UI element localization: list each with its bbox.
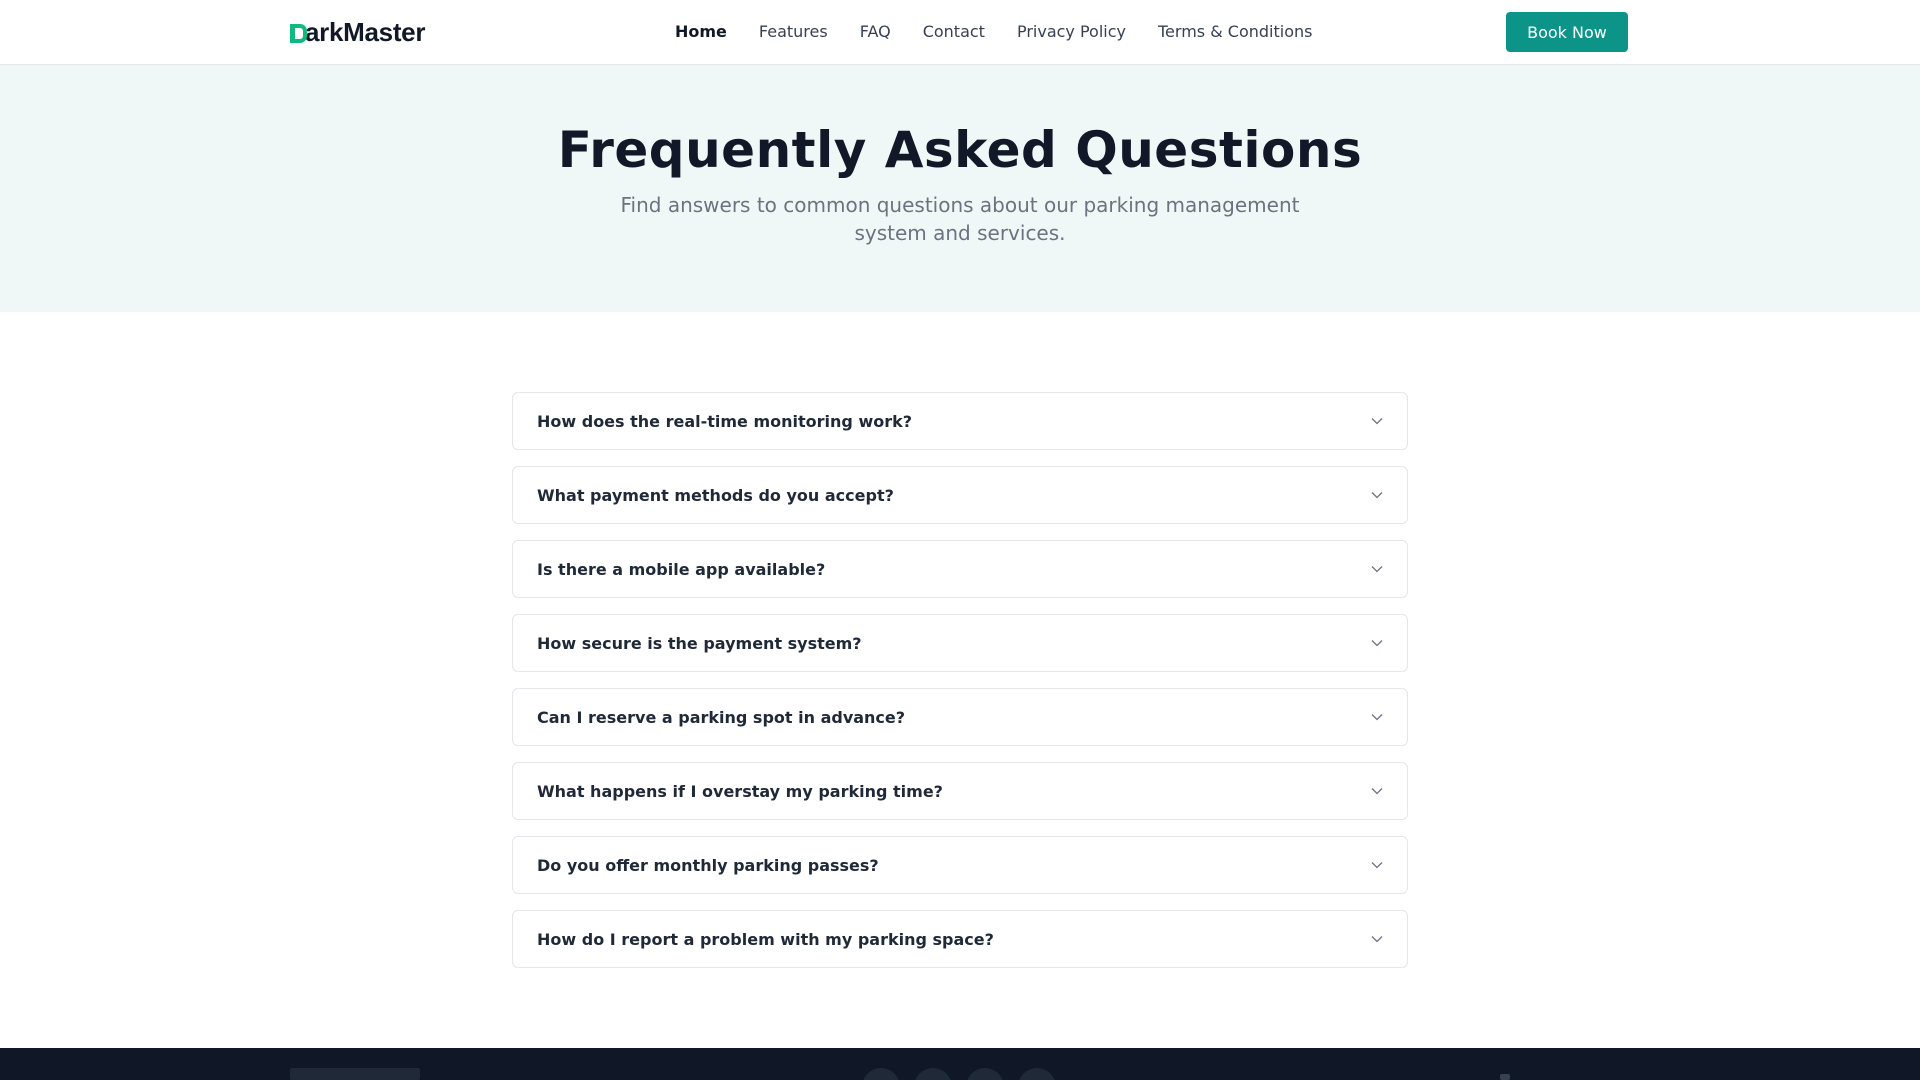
- faq-list: How does the real-time monitoring work? …: [512, 392, 1408, 984]
- chevron-down-icon[interactable]: [1371, 415, 1383, 427]
- chevron-down-icon[interactable]: [1371, 711, 1383, 723]
- nav-item-faq[interactable]: FAQ: [860, 22, 891, 41]
- social-icon[interactable]: [914, 1068, 952, 1080]
- chevron-down-icon[interactable]: [1371, 859, 1383, 871]
- chevron-down-icon[interactable]: [1371, 489, 1383, 501]
- faq-item-payment-methods[interactable]: What payment methods do you accept?: [512, 466, 1408, 524]
- social-icon[interactable]: [1018, 1068, 1056, 1080]
- nav-item-features[interactable]: Features: [759, 22, 828, 41]
- faq-item-reserve-spot[interactable]: Can I reserve a parking spot in advance?: [512, 688, 1408, 746]
- book-now-button[interactable]: Book Now: [1506, 12, 1628, 52]
- chevron-down-icon[interactable]: [1371, 637, 1383, 649]
- faq-item-payment-security[interactable]: How secure is the payment system?: [512, 614, 1408, 672]
- page-subtitle: Find answers to common questions about o…: [620, 193, 1300, 245]
- nav-item-terms-conditions[interactable]: Terms & Conditions: [1158, 22, 1312, 41]
- faq-item-monthly-passes[interactable]: Do you offer monthly parking passes?: [512, 836, 1408, 894]
- chevron-down-icon[interactable]: [1371, 563, 1383, 575]
- site-footer: [0, 1048, 1920, 1080]
- faq-question: How do I report a problem with my parkin…: [537, 929, 994, 949]
- brand-name: arkMaster: [305, 17, 426, 47]
- faq-question: Do you offer monthly parking passes?: [537, 855, 879, 875]
- site-header: arkMaster Home Features FAQ Contact Priv…: [0, 0, 1920, 65]
- hero-section: Frequently Asked Questions Find answers …: [0, 65, 1920, 312]
- footer-logo[interactable]: [290, 1068, 420, 1080]
- faq-question: What payment methods do you accept?: [537, 485, 894, 505]
- faq-item-overstay[interactable]: What happens if I overstay my parking ti…: [512, 762, 1408, 820]
- faq-question: Can I reserve a parking spot in advance?: [537, 707, 906, 727]
- faq-question: How does the real-time monitoring work?: [537, 411, 913, 431]
- social-icon[interactable]: [862, 1068, 900, 1080]
- nav-item-contact[interactable]: Contact: [923, 22, 985, 41]
- chevron-down-icon[interactable]: [1371, 933, 1383, 945]
- faq-question: Is there a mobile app available?: [537, 559, 826, 579]
- faq-question: What happens if I overstay my parking ti…: [537, 781, 943, 801]
- faq-item-mobile-app[interactable]: Is there a mobile app available?: [512, 540, 1408, 598]
- faq-item-real-time-monitoring[interactable]: How does the real-time monitoring work?: [512, 392, 1408, 450]
- nav-item-privacy-policy[interactable]: Privacy Policy: [1017, 22, 1126, 41]
- chevron-down-icon[interactable]: [1371, 785, 1383, 797]
- faq-question: How secure is the payment system?: [537, 633, 862, 653]
- social-icon[interactable]: [966, 1068, 1004, 1080]
- nav-item-home[interactable]: Home: [675, 22, 727, 41]
- main-nav: Home Features FAQ Contact Privacy Policy…: [675, 0, 1312, 63]
- faq-item-report-problem[interactable]: How do I report a problem with my parkin…: [512, 910, 1408, 968]
- logo-p-icon: [290, 22, 307, 44]
- page-title: Frequently Asked Questions: [557, 121, 1363, 179]
- brand-logo[interactable]: arkMaster: [290, 17, 425, 48]
- footer-decoration: [1500, 1074, 1510, 1080]
